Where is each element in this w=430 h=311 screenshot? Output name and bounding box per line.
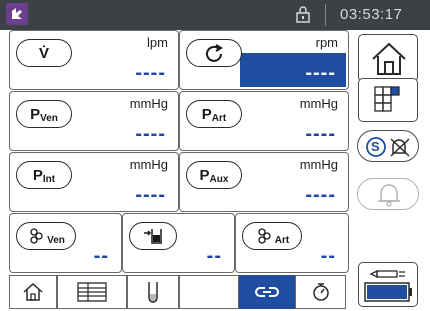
p-aux-value: ---- [305,184,336,206]
p-aux-unit: mmHg [299,157,338,172]
p-int-unit: mmHg [129,157,168,172]
bubble-art-sub: Art [274,234,290,246]
flow-symbol: V̇ [16,39,72,67]
bubble-art-symbol: Art [242,222,302,250]
home-button[interactable] [358,34,418,82]
rpm-value: ---- [305,62,336,84]
p-art-panel[interactable]: P Art mmHg ---- [179,91,349,151]
flow-symbol-text: V̇ [38,44,49,62]
status-bar: 03:53:17 [0,0,430,30]
p-ven-value: ---- [135,123,166,145]
bubble-art-panel[interactable]: Art -- [235,213,349,273]
bottom-nav [9,275,346,309]
alarm-silence-button[interactable]: S [357,130,419,162]
level-value: -- [206,245,222,267]
bubble-sensor-icon [258,228,271,244]
p-aux-panel[interactable]: P Aux mmHg ---- [179,152,349,212]
p-int-symbol-sub: Int [42,173,56,185]
flow-unit: lpm [147,35,168,50]
alarm-silence-icon [366,137,410,157]
p-int-panel[interactable]: P Int mmHg ---- [9,152,179,212]
bottom-empty-slot [179,275,239,309]
bottom-sample-button[interactable] [127,275,179,309]
bottom-timer-button[interactable] [295,275,346,309]
home-icon [372,42,406,75]
flow-panel[interactable]: V̇ lpm ---- [9,30,179,90]
bubble-sensor-icon [30,228,43,244]
battery-button[interactable] [358,262,418,307]
p-ven-panel[interactable]: P Ven mmHg ---- [9,91,179,151]
p-art-symbol: P Art [186,100,242,128]
test-tube-icon [148,282,158,303]
bottom-list-button[interactable] [57,275,127,309]
alarm-bell-button[interactable] [357,178,419,210]
p-aux-symbol-sub: Aux [209,173,229,185]
app-logo-icon [6,3,28,25]
p-int-symbol: P Int [16,161,72,189]
grid-layout-icon [374,86,400,112]
rotation-arrow-icon [206,44,223,62]
timer-icon [312,283,329,301]
rpm-unit: rpm [315,35,338,50]
alarm-silence-letter: S [371,139,380,154]
bubble-ven-symbol: Ven [16,222,76,250]
bubble-ven-value: -- [93,245,109,267]
bottom-link-button[interactable] [239,275,295,309]
bubble-ven-panel[interactable]: Ven -- [9,213,122,273]
p-ven-symbol-sub: Ven [40,112,58,124]
bubble-art-value: -- [320,245,336,267]
p-art-value: ---- [305,123,336,145]
home-icon [23,282,43,301]
level-panel[interactable]: -- [122,213,235,273]
p-aux-symbol: P Aux [186,161,242,189]
bottom-home-button[interactable] [9,275,57,309]
layout-button[interactable] [358,78,418,122]
p-int-value: ---- [135,184,166,206]
status-divider [325,4,326,26]
list-view-icon [77,282,107,302]
clock-time: 03:53:17 [340,6,403,23]
p-aux-symbol-letter: P [199,166,210,184]
bubble-ven-sub: Ven [47,234,65,246]
flow-value: ---- [135,62,166,84]
p-int-symbol-letter: P [32,166,43,184]
level-symbol [129,222,177,250]
bell-icon [378,184,400,207]
rpm-symbol [186,39,242,67]
p-art-symbol-letter: P [201,105,212,123]
level-sensor-icon [144,229,162,244]
lock-icon[interactable] [293,4,313,24]
p-ven-unit: mmHg [129,96,168,111]
link-icon [255,287,279,297]
p-art-symbol-sub: Art [211,112,227,124]
p-art-unit: mmHg [299,96,338,111]
battery-icon [364,269,412,302]
rpm-panel[interactable]: rpm ---- [179,30,349,90]
p-ven-symbol: P Ven [16,100,72,128]
p-ven-symbol-letter: P [30,105,41,123]
